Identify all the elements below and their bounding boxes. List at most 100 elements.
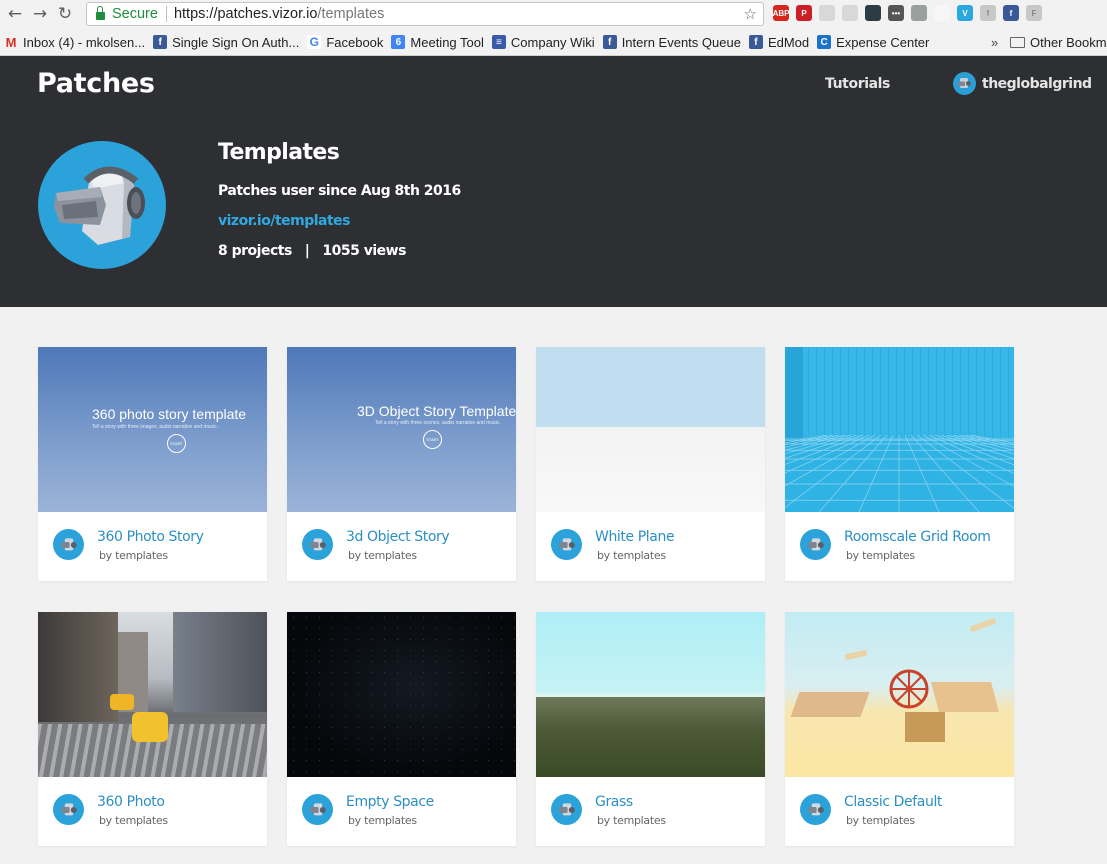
project-thumbnail[interactable] (785, 612, 1014, 777)
other-bookmarks-folder[interactable]: Other Bookmarks (1010, 35, 1107, 50)
profile-avatar (38, 141, 166, 269)
ext-grey-1-icon[interactable] (819, 5, 835, 21)
profile-url-link[interactable]: vizor.io/templates (218, 213, 351, 229)
start-button[interactable]: START (167, 434, 186, 453)
adblock-icon[interactable]: ABP (773, 5, 789, 21)
reload-button[interactable]: ↻ (54, 3, 76, 25)
project-thumbnail[interactable]: 3D Object Story Template Tell a story wit… (287, 347, 516, 512)
bookmark-edmod[interactable]: f EdMod (748, 35, 809, 50)
address-bar[interactable]: Secure https://patches.vizor.io/template… (86, 2, 764, 26)
project-title-link[interactable]: White Plane (595, 529, 675, 545)
ext-arc-icon[interactable] (934, 5, 950, 21)
bookmarks-overflow-button[interactable]: » (991, 35, 998, 50)
ext-grey-2-icon[interactable] (842, 5, 858, 21)
project-card[interactable]: 3D Object Story Template Tell a story wit… (287, 347, 516, 581)
project-card[interactable]: White Plane by templates (536, 347, 765, 581)
bookmark-facebook[interactable]: G Facebook (307, 35, 383, 50)
bookmark-label: Company Wiki (510, 34, 595, 50)
author-avatar[interactable] (800, 794, 831, 825)
geodesic-sphere (889, 669, 929, 709)
vr-headset-icon (309, 802, 326, 815)
project-title-link[interactable]: 3d Object Story (346, 529, 450, 545)
project-card[interactable]: 360 photo story template Tell a story wit… (38, 347, 267, 581)
views-count: 1055 views (322, 243, 406, 259)
project-card[interactable]: Roomscale Grid Room by templates (785, 347, 1014, 581)
forward-button[interactable]: → (29, 3, 51, 25)
ext-v-icon[interactable]: V (957, 5, 973, 21)
url-path: /templates (317, 6, 385, 22)
user-menu[interactable]: theglobalgrind (953, 72, 1092, 95)
bookmark-inbox[interactable]: M Inbox (4) - mkolsen... (4, 34, 146, 50)
vr-headset-icon (60, 802, 77, 815)
username: theglobalgrind (982, 75, 1092, 92)
author-avatar[interactable] (53, 529, 84, 560)
ext-dark-icon[interactable] (865, 5, 881, 21)
project-title-link[interactable]: Empty Space (346, 794, 434, 810)
wiki-icon: ≡ (491, 35, 506, 49)
start-button[interactable]: START (423, 430, 442, 449)
patches-logo[interactable]: Patches (37, 68, 155, 99)
vr-headset-icon (60, 537, 77, 550)
projects-count: 8 projects (218, 243, 292, 259)
pinterest-icon[interactable]: P (796, 5, 812, 21)
project-title-link[interactable]: 360 Photo Story (97, 529, 204, 545)
bookmark-expense-center[interactable]: C Expense Center (817, 35, 929, 50)
bookmarks-bar: M Inbox (4) - mkolsen... f Single Sign On A… (4, 30, 1107, 54)
project-thumbnail[interactable]: 360 photo story template Tell a story wit… (38, 347, 267, 512)
bookmark-star-icon[interactable]: ☆ (744, 5, 757, 23)
vr-headset-icon (54, 166, 145, 245)
project-author: by templates (99, 814, 168, 827)
lock-icon (96, 6, 105, 20)
omnibox-divider (165, 6, 167, 22)
project-card[interactable]: 360 Photo by templates (38, 612, 267, 846)
stats-divider: | (304, 243, 310, 259)
project-title-link[interactable]: 360 Photo (97, 794, 165, 810)
author-avatar[interactable] (551, 529, 582, 560)
project-title-link[interactable]: Classic Default (844, 794, 942, 810)
bookmark-meeting-tool[interactable]: 6 Meeting Tool (391, 34, 484, 50)
bookmark-label: Single Sign On Auth... (172, 34, 300, 50)
tutorials-link[interactable]: Tutorials (825, 76, 890, 92)
project-card[interactable]: Empty Space by templates (287, 612, 516, 846)
author-avatar[interactable] (302, 794, 333, 825)
project-thumbnail[interactable] (536, 612, 765, 777)
url-host: https://patches.vizor.io (173, 6, 318, 22)
bookmark-label: Meeting Tool (410, 34, 484, 50)
back-button[interactable]: ← (4, 3, 26, 25)
facebook-ext-icon[interactable]: f (1003, 5, 1019, 21)
browser-chrome: ← → ↻ Secure https://patches.vizor.io/te… (0, 0, 1107, 56)
profile-name: Templates (218, 140, 340, 165)
bookmark-label: Expense Center (836, 34, 930, 50)
project-thumbnail[interactable] (287, 612, 516, 777)
author-avatar[interactable] (302, 529, 333, 560)
vr-headset-icon (558, 537, 575, 550)
extensions-bar: ABP P ••• Vf f F (773, 5, 1042, 21)
project-card[interactable]: Classic Default by templates (785, 612, 1014, 846)
vr-headset-icon (807, 537, 824, 550)
project-card[interactable]: Grass by templates (536, 612, 765, 846)
ext-grey-3-icon[interactable] (911, 5, 927, 21)
project-author: by templates (846, 549, 915, 562)
bookmark-sso[interactable]: f Single Sign On Auth... (153, 35, 299, 50)
author-avatar[interactable] (551, 794, 582, 825)
author-avatar[interactable] (800, 529, 831, 560)
ext-f-grey-icon[interactable]: F (1026, 5, 1042, 21)
bookmark-label: Inbox (4) - mkolsen... (23, 34, 146, 50)
thumb-overlay-title: 360 photo story template (92, 406, 247, 422)
vr-headset-icon (558, 802, 575, 815)
project-thumbnail[interactable] (536, 347, 765, 512)
facebook-grey-icon[interactable]: f (980, 5, 996, 21)
project-title-link[interactable]: Grass (595, 794, 633, 810)
project-meta: Empty Space by templates (287, 777, 516, 846)
secure-label: Secure (112, 6, 158, 22)
project-thumbnail[interactable] (38, 612, 267, 777)
project-title-link[interactable]: Roomscale Grid Room (844, 529, 991, 545)
project-author: by templates (348, 814, 417, 827)
author-avatar[interactable] (53, 794, 84, 825)
project-thumbnail[interactable] (785, 347, 1014, 512)
bookmark-company-wiki[interactable]: ≡ Company Wiki (491, 34, 595, 50)
gmail-icon: M (5, 34, 17, 50)
project-meta: 360 Photo Story by templates (38, 512, 267, 581)
ext-dots-icon[interactable]: ••• (888, 5, 904, 21)
bookmark-intern-events[interactable]: f Intern Events Queue (602, 35, 741, 50)
